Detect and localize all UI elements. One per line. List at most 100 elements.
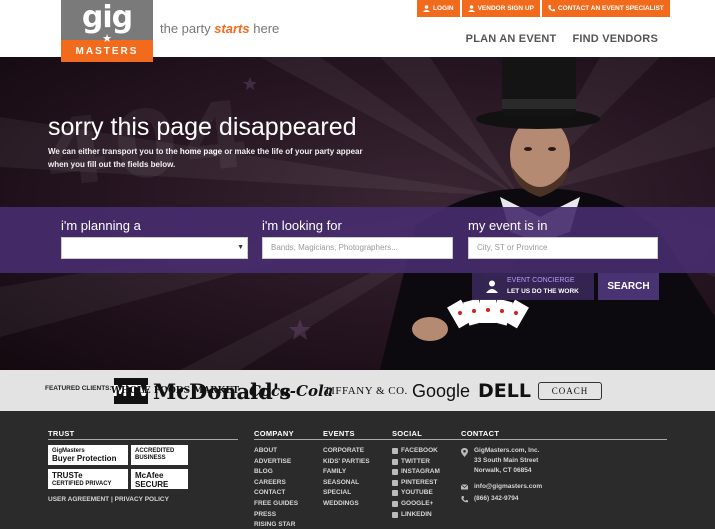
facebook-link[interactable]: FACEBOOK — [392, 446, 440, 457]
badge-text: TRUSTe — [52, 471, 83, 480]
contact-specialist-link[interactable]: CONTACT AN EVENT SPECIALIST — [541, 0, 670, 17]
footer-link-special[interactable]: SPECIAL — [323, 488, 370, 499]
user-agreement-link[interactable]: USER AGREEMENT — [48, 496, 109, 503]
vendor-signup-link[interactable]: VENDOR SIGN UP — [461, 0, 540, 17]
legal-separator: | — [110, 496, 113, 503]
footer-link-free-guides[interactable]: FREE GUIDES — [254, 499, 298, 510]
address-line: GigMasters.com, Inc. — [474, 447, 540, 454]
events-links: CORPORATE KIDS' PARTIES FAMILY SEASONAL … — [323, 446, 370, 510]
hero-description: We can either transport you to the home … — [48, 146, 368, 171]
event-location-input[interactable]: City, ST or Province — [468, 237, 658, 259]
phone-icon — [461, 496, 468, 503]
twitter-link[interactable]: TWITTER — [392, 457, 440, 468]
contact-email[interactable]: info@gigmasters.com — [474, 482, 542, 492]
footer-events-heading: EVENTS — [323, 429, 355, 438]
concierge-title: EVENT CONCIERGE — [507, 277, 575, 284]
site-footer: TRUST GigMasters Buyer Protection ACCRED… — [0, 411, 715, 529]
truste-badge[interactable]: TRUSTe CERTIFIED PRIVACY — [48, 469, 128, 489]
privacy-policy-link[interactable]: PRIVACY POLICY — [115, 496, 169, 503]
google-logo: Google — [412, 380, 471, 401]
coach-logo: COACH — [538, 382, 602, 400]
bbb-accredited-badge[interactable]: ACCREDITED BUSINESS — [131, 445, 188, 465]
footer-social-heading: SOCIAL — [392, 429, 423, 438]
tiffany-logo: TIFFANY & CO. — [324, 385, 408, 397]
hero-banner: 404 sorry this page disappeared We can e… — [0, 57, 715, 370]
pinterest-link[interactable]: PINTEREST — [392, 478, 440, 489]
planning-label: i'm planning a — [61, 218, 141, 233]
social-links: FACEBOOK TWITTER INSTAGRAM PINTEREST YOU… — [392, 446, 440, 520]
company-links: ABOUT ADVERTISE BLOG CAREERS CONTACT FRE… — [254, 446, 298, 529]
nav-plan-an-event[interactable]: PLAN AN EVENT — [466, 33, 557, 45]
vendor-search-input[interactable]: Bands, Magicians, Photographers... — [262, 237, 453, 259]
map-pin-icon — [461, 448, 468, 457]
footer-link-blog[interactable]: BLOG — [254, 467, 298, 478]
main-nav: PLAN AN EVENT FIND VENDORS — [466, 33, 658, 45]
contact-phone[interactable]: (866) 342-9794 — [474, 494, 518, 504]
gigmasters-logo[interactable]: gig ★ MASTERS — [61, 0, 153, 62]
legal-links: USER AGREEMENT | PRIVACY POLICY — [48, 496, 169, 503]
footer-link-rising-star[interactable]: RISING STAR — [254, 520, 298, 529]
footer-link-advertise[interactable]: ADVERTISE — [254, 457, 298, 468]
mcdonalds-logo: McDonald's — [152, 378, 292, 404]
login-link[interactable]: LOGIN — [417, 0, 460, 17]
top-utility-bar: LOGIN VENDOR SIGN UP CONTACT AN EVENT SP… — [417, 0, 670, 17]
badge-text: CERTIFIED PRIVACY — [52, 481, 112, 487]
footer-trust-heading: TRUST — [48, 429, 75, 438]
mcafee-secure-badge[interactable]: McAfee SECURE — [131, 469, 188, 489]
buyer-protection-badge[interactable]: GigMasters Buyer Protection — [48, 445, 128, 465]
badge-text: McAfee — [135, 471, 164, 480]
event-concierge-button[interactable]: EVENT CONCIERGE LET US DO THE WORK — [472, 273, 594, 300]
footer-link-careers[interactable]: CAREERS — [254, 478, 298, 489]
links-divider — [254, 439, 667, 440]
concierge-subtitle: LET US DO THE WORK — [507, 288, 579, 295]
youtube-link[interactable]: YOUTUBE — [392, 488, 440, 499]
google-plus-link[interactable]: GOOGLE+ — [392, 499, 440, 510]
dell-logo: DELL — [478, 380, 531, 402]
address-line: 33 South Main Street — [474, 457, 539, 464]
linkedin-link[interactable]: LINKEDIN — [392, 510, 440, 521]
badge-text: ACCREDITED — [135, 448, 175, 454]
tagline: the party starts here — [160, 21, 279, 36]
site-header: gig ★ MASTERS the party starts here LOGI… — [0, 0, 715, 62]
event-type-select[interactable]: ▼ — [61, 237, 248, 259]
badge-text: SECURE — [135, 480, 169, 489]
nav-find-vendors[interactable]: FIND VENDORS — [572, 33, 658, 45]
footer-link-contact[interactable]: CONTACT — [254, 488, 298, 499]
envelope-icon — [461, 484, 468, 490]
page-title: sorry this page disappeared — [48, 113, 357, 141]
featured-clients-bar: FEATURED CLIENTS: MTV WHOLE FOODS MARKET… — [0, 370, 715, 411]
footer-link-kids-parties[interactable]: KIDS' PARTIES — [323, 457, 370, 468]
address-line: Norwalk, CT 06854 — [474, 467, 532, 474]
login-label: LOGIN — [433, 5, 454, 12]
search-button[interactable]: SEARCH — [598, 273, 659, 300]
logo-star-icon: ★ — [102, 33, 112, 45]
badge-text: Buyer Protection — [52, 454, 117, 463]
footer-company-heading: COMPANY — [254, 429, 294, 438]
tagline-em: starts — [214, 21, 250, 36]
instagram-link[interactable]: INSTAGRAM — [392, 467, 440, 478]
background-404-watermark: 404 — [38, 80, 260, 209]
hero-sub-pre: We can either transport you to the — [48, 147, 180, 156]
featured-clients-label: FEATURED CLIENTS: — [45, 385, 112, 392]
looking-for-label: i'm looking for — [262, 218, 342, 233]
tagline-post: here — [249, 21, 280, 36]
user-icon — [423, 5, 430, 12]
event-location-label: my event is in — [468, 218, 548, 233]
home-page-link[interactable]: home page — [180, 147, 222, 156]
footer-link-press[interactable]: PRESS — [254, 510, 298, 521]
footer-link-family[interactable]: FAMILY — [323, 467, 370, 478]
vendor-signup-label: VENDOR SIGN UP — [477, 5, 534, 12]
phone-icon — [548, 5, 555, 12]
footer-link-corporate[interactable]: CORPORATE — [323, 446, 370, 457]
contact-specialist-label: CONTACT AN EVENT SPECIALIST — [557, 5, 664, 12]
chevron-down-icon: ▼ — [237, 244, 244, 251]
footer-link-about[interactable]: ABOUT — [254, 446, 298, 457]
trust-divider — [48, 439, 238, 440]
contact-address: GigMasters.com, Inc. 33 South Main Stree… — [474, 446, 539, 476]
footer-link-weddings[interactable]: WEDDINGS — [323, 499, 370, 510]
tagline-pre: the party — [160, 21, 215, 36]
user-icon — [467, 5, 475, 12]
search-band: i'm planning a ▼ i'm looking for Bands, … — [0, 207, 715, 273]
footer-link-seasonal[interactable]: SEASONAL — [323, 478, 370, 489]
badge-text: BUSINESS — [135, 455, 166, 461]
